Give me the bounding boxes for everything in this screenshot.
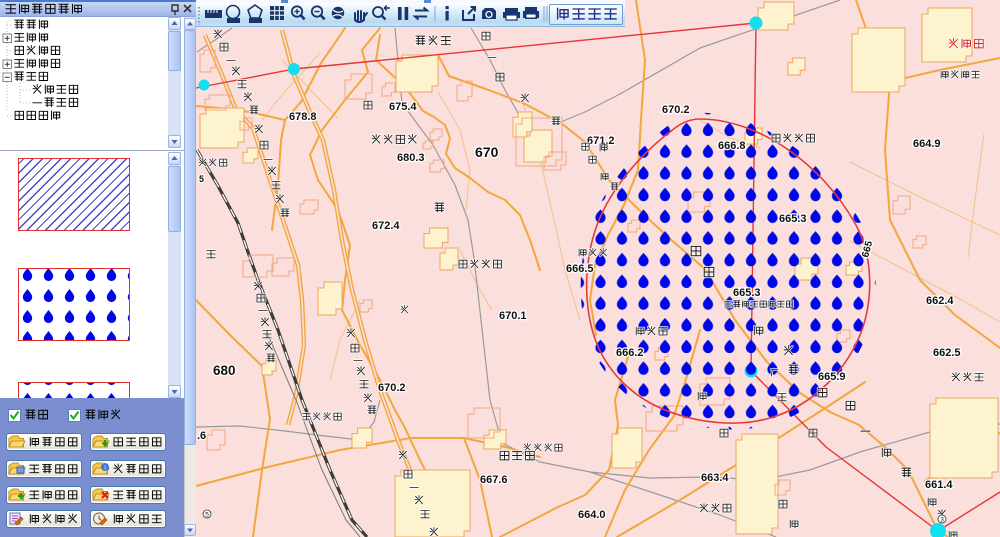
svg-text:664.9: 664.9 [913, 138, 941, 150]
svg-text:665.9: 665.9 [818, 371, 846, 383]
svg-text:667.6: 667.6 [480, 474, 508, 486]
svg-text:666.8: 666.8 [718, 140, 746, 152]
svg-text:5: 5 [205, 512, 209, 519]
svg-text:680: 680 [213, 363, 236, 378]
svg-text:662.4: 662.4 [926, 295, 954, 307]
svg-text:665.3: 665.3 [779, 213, 807, 225]
svg-text:678.8: 678.8 [289, 111, 317, 123]
svg-text:670.2: 670.2 [378, 382, 406, 394]
svg-text:664.0: 664.0 [578, 509, 606, 521]
svg-text:662.5: 662.5 [933, 347, 961, 359]
svg-text:670.2: 670.2 [662, 104, 690, 116]
svg-text:672.4: 672.4 [372, 220, 400, 232]
svg-text:663.4: 663.4 [701, 472, 729, 484]
svg-text:5: 5 [199, 174, 204, 184]
svg-text:666.2: 666.2 [616, 347, 644, 359]
svg-text:670.1: 670.1 [499, 310, 527, 322]
svg-text:665.3: 665.3 [733, 287, 761, 299]
svg-text:661.4: 661.4 [925, 479, 953, 491]
svg-text:680.3: 680.3 [397, 152, 425, 164]
svg-text:3: 3 [940, 517, 944, 524]
svg-text:.6: .6 [197, 430, 206, 442]
svg-text:666.5: 666.5 [566, 263, 594, 275]
svg-text:670: 670 [475, 144, 499, 160]
svg-text:675.4: 675.4 [389, 101, 417, 113]
